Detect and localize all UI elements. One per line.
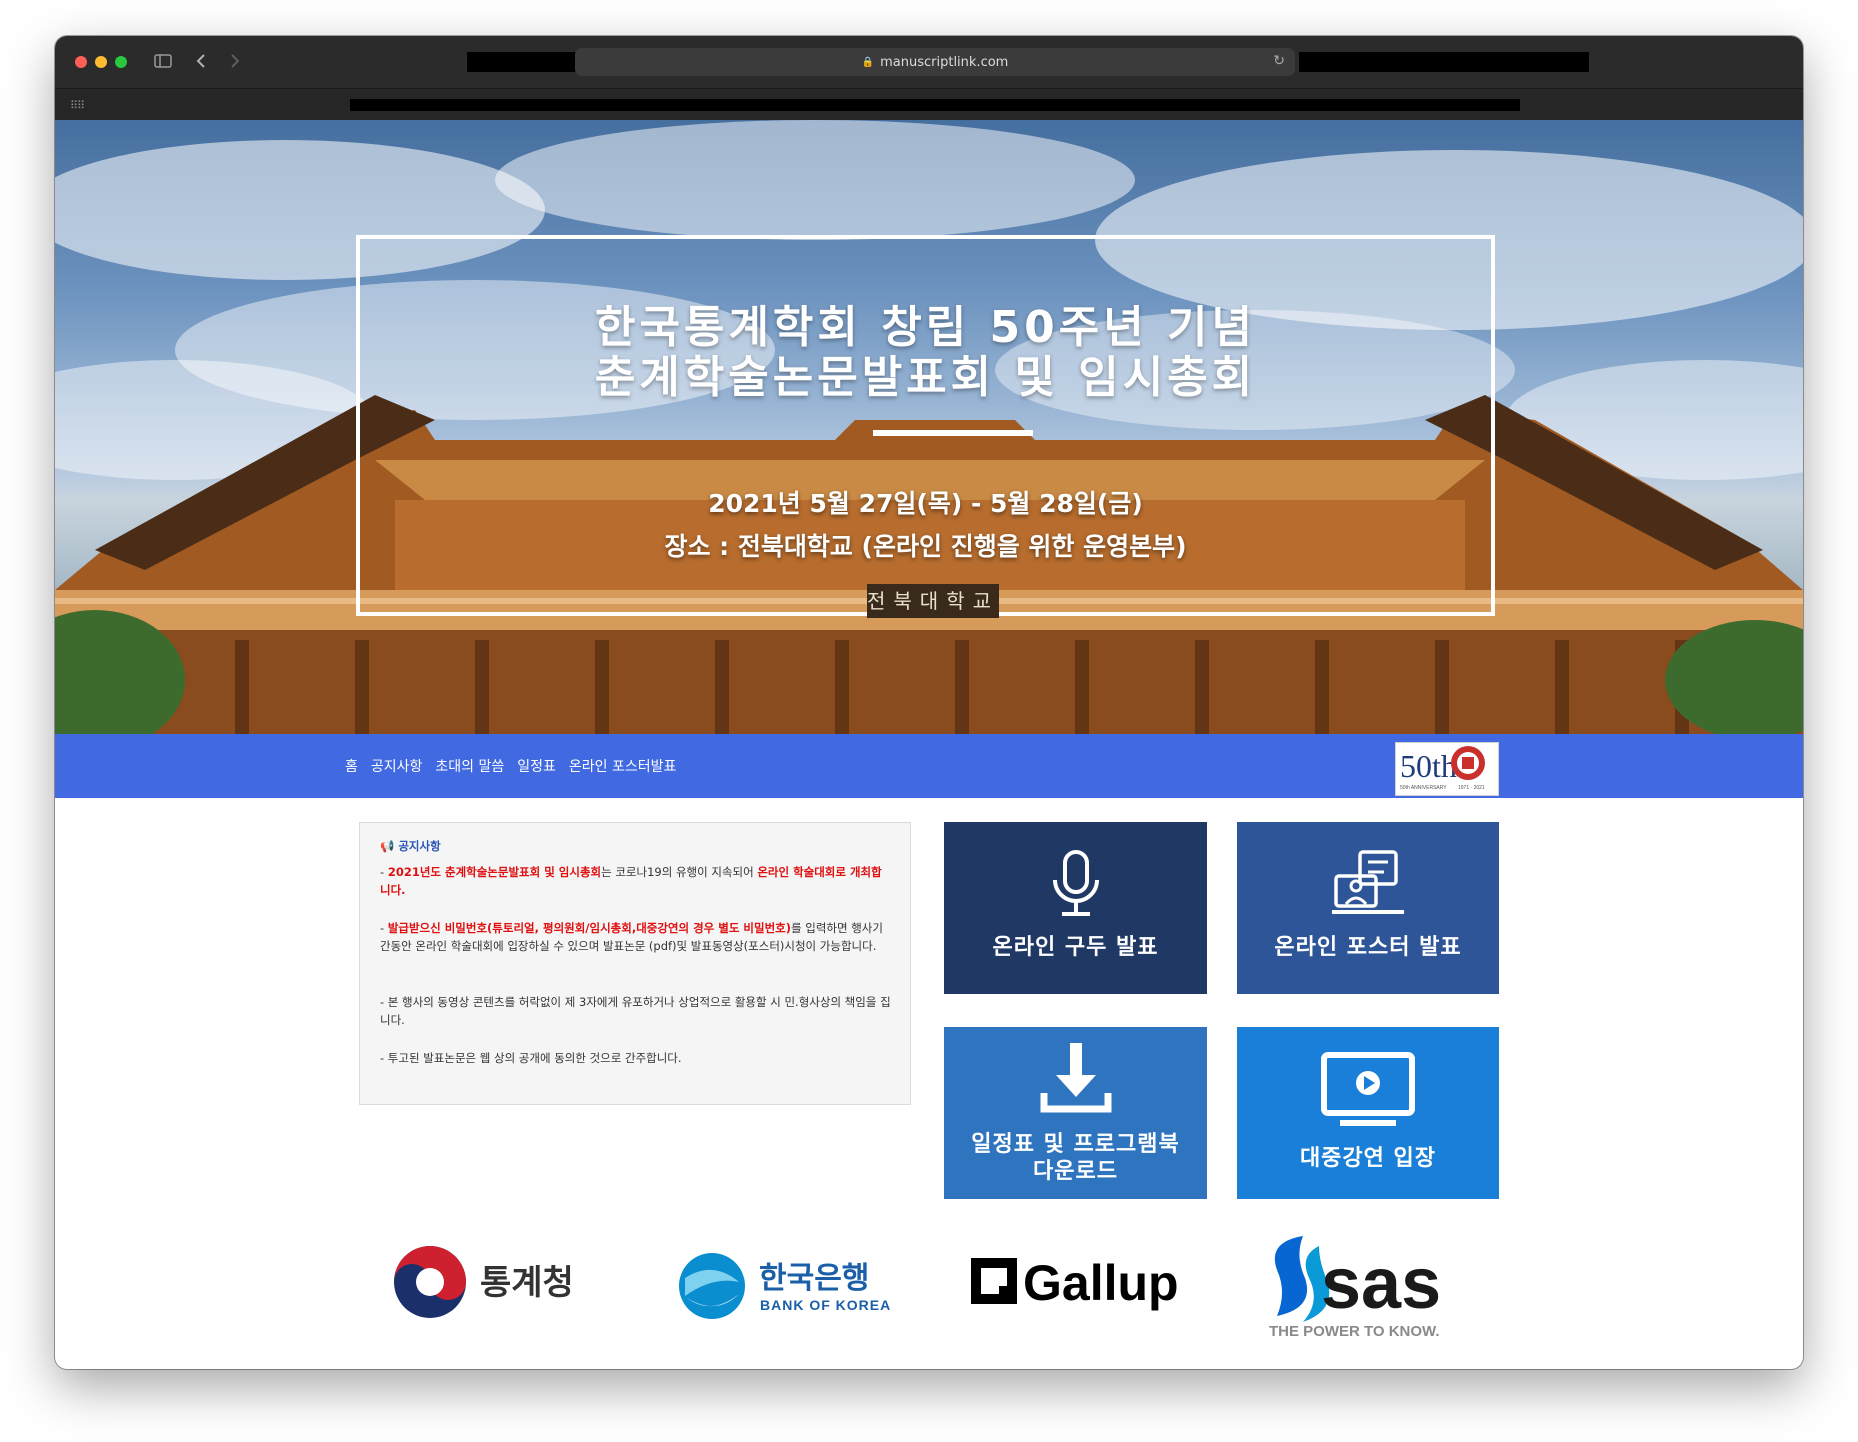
bank-of-korea-korean: 한국은행 xyxy=(759,1261,869,1296)
notice-item-3: - 본 행사의 동영상 콘텐츠를 허락없이 제 3자에게 유포하거나 상업적으로… xyxy=(380,995,891,1027)
sas-logo[interactable]: sas THE POWER TO KNOW. xyxy=(1263,1232,1493,1342)
bank-of-korea-emblem: 한국은행 BANK OF KOREA xyxy=(679,1253,891,1319)
bank-of-korea-english: BANK OF KOREA xyxy=(760,1297,891,1313)
poster-presenter-icon xyxy=(1332,850,1404,914)
redacted-tab-area xyxy=(467,52,577,72)
main-nav-bar: 홈 공지사항 초대의 말씀 일정표 온라인 포스터발표 50th 50th AN… xyxy=(55,734,1803,798)
notice-heading-text: 공지사항 xyxy=(398,839,441,853)
address-bar[interactable]: 🔒 manuscriptlink.com ↻ xyxy=(575,48,1295,76)
forward-arrow-icon[interactable] xyxy=(225,48,245,74)
schedule-download-tile[interactable]: 일정표 및 프로그램북 다운로드 xyxy=(944,1027,1207,1199)
online-poster-presentation-tile[interactable]: 온라인 포스터 발표 xyxy=(1237,822,1499,994)
sas-emblem: sas THE POWER TO KNOW. xyxy=(1269,1236,1441,1340)
notice-heading: 📢 공지사항 xyxy=(380,837,892,855)
lock-icon: 🔒 xyxy=(861,56,875,68)
notice-item-1-text: 는 코로나19의 유행이 지속되어 xyxy=(601,865,758,879)
hero-title-frame: 한국통계학회 창립 50주년 기념 춘계학술논문발표회 및 임시총회 2021년… xyxy=(356,235,1495,616)
notice-item-2-prefix: - xyxy=(380,921,388,935)
notice-item-2: - 발급받으신 비밀번호(튜토리얼, 평의원회/임시총회,대중강연의 경우 별도… xyxy=(380,919,892,955)
nav-online-poster[interactable]: 온라인 포스터발표 xyxy=(569,756,677,776)
sas-tagline: THE POWER TO KNOW. xyxy=(1269,1323,1440,1340)
notice-item-1-highlight-1: 2021년도 춘계학술논문발표회 및 임시총회 xyxy=(387,865,602,879)
anniversary-emblem: 50th 50th ANNIVERSARY 1971 · 2021 xyxy=(1400,746,1485,791)
megaphone-icon: 📢 xyxy=(380,839,395,853)
notice-item-2-highlight: 발급받으신 비밀번호(튜토리얼, 평의원회/임시총회,대중강연의 경우 별도 비… xyxy=(387,921,791,935)
microphone-icon xyxy=(1052,850,1099,916)
anniversary-caption: 50th ANNIVERSARY xyxy=(1400,785,1447,791)
monitor-play-icon xyxy=(1321,1052,1415,1126)
gallup-name: Gallup xyxy=(1023,1255,1179,1311)
redacted-favorites xyxy=(350,99,1520,111)
nav-invitation[interactable]: 초대의 말씀 xyxy=(435,756,504,776)
hero-divider xyxy=(873,430,1033,436)
notice-item-1: - 2021년도 춘계학술논문발표회 및 임시총회는 코로나19의 유행이 지속… xyxy=(380,863,892,899)
redacted-toolbar-area xyxy=(1299,52,1589,72)
browser-titlebar: 🔒 manuscriptlink.com ↻ xyxy=(55,36,1803,88)
hero-title-line2: 춘계학술논문발표회 및 임시총회 xyxy=(594,352,1257,403)
tile-oral-label: 온라인 구두 발표 xyxy=(992,935,1159,960)
apps-grid-icon[interactable]: ⠿⠿ xyxy=(70,99,85,112)
reload-icon[interactable]: ↻ xyxy=(1273,53,1285,69)
close-window-button[interactable] xyxy=(75,56,87,68)
nav-home[interactable]: 홈 xyxy=(345,756,358,776)
tile-download-label-line1: 일정표 및 프로그램북 xyxy=(971,1132,1180,1157)
notice-item-1-prefix: - xyxy=(380,865,388,879)
sidebar-toggle-icon[interactable] xyxy=(151,48,175,74)
nav-notice[interactable]: 공지사항 xyxy=(371,756,423,776)
notice-panel: 📢 공지사항 - 2021년도 춘계학술논문발표회 및 임시총회는 코로나19의… xyxy=(359,822,911,1105)
building-plaque: 전북대학교 xyxy=(867,584,999,618)
statistics-korea-name: 통계청 xyxy=(480,1263,574,1303)
tile-poster-label: 온라인 포스터 발표 xyxy=(1274,935,1462,960)
address-url: manuscriptlink.com xyxy=(880,54,1009,70)
hero-banner: 한국통계학회 창립 50주년 기념 춘계학술논문발표회 및 임시총회 2021년… xyxy=(55,120,1803,734)
sas-name: sas xyxy=(1321,1244,1441,1324)
favorites-bar: ⠿⠿ xyxy=(55,88,1803,121)
hero-place: 장소 : 전북대학교 (온라인 진행을 위한 운영본부) xyxy=(664,532,1187,561)
hero-date: 2021년 5월 27일(목) - 5월 28일(금) xyxy=(708,489,1143,518)
online-oral-presentation-tile[interactable]: 온라인 구두 발표 xyxy=(944,822,1207,994)
main-nav: 홈 공지사항 초대의 말씀 일정표 온라인 포스터발표 xyxy=(345,734,676,798)
statistics-korea-emblem: 통계청 xyxy=(394,1246,574,1318)
public-lecture-entry-tile[interactable]: 대중강연 입장 xyxy=(1237,1027,1499,1199)
download-icon xyxy=(1040,1043,1111,1113)
gallup-logo[interactable]: Gallup xyxy=(967,1246,1197,1316)
anniversary-number: 50th xyxy=(1400,748,1457,784)
bank-of-korea-logo[interactable]: 한국은행 BANK OF KOREA xyxy=(677,1248,897,1328)
nav-schedule[interactable]: 일정표 xyxy=(517,756,556,776)
back-arrow-icon[interactable] xyxy=(191,48,211,74)
zoom-window-button[interactable] xyxy=(115,56,127,68)
tile-download-label: 일정표 및 프로그램북 다운로드 xyxy=(971,1131,1179,1185)
notice-item-4: - 투고된 발표논문은 웹 상의 공개에 동의한 것으로 간주합니다. xyxy=(380,1051,682,1065)
statistics-korea-logo[interactable]: 통계청 xyxy=(392,1242,592,1322)
minimize-window-button[interactable] xyxy=(95,56,107,68)
tile-download-label-line2: 다운로드 xyxy=(1033,1159,1118,1184)
anniversary-years: 1971 · 2021 xyxy=(1458,785,1485,791)
anniversary-logo[interactable]: 50th 50th ANNIVERSARY 1971 · 2021 xyxy=(1395,742,1499,796)
gallup-emblem: Gallup xyxy=(971,1255,1179,1311)
tile-lecture-label: 대중강연 입장 xyxy=(1299,1146,1437,1171)
browser-window: 🔒 manuscriptlink.com ↻ ⠿⠿ 한국통계학회 창립 50주년… xyxy=(55,36,1803,1369)
